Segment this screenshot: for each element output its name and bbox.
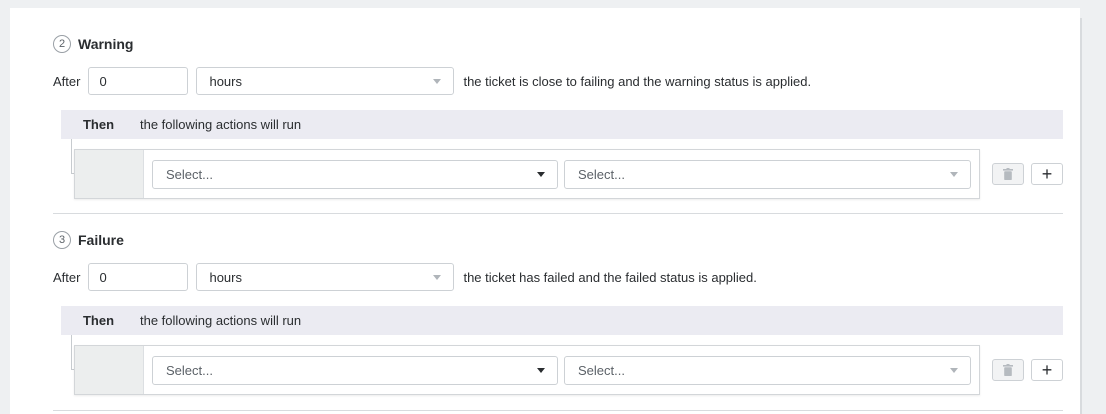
chevron-down-icon [537,172,545,177]
then-label: Then [82,117,115,132]
warning-unit-select[interactable]: hours [196,67,455,95]
warning-description: the ticket is close to failing and the w… [463,73,812,89]
then-description: the following actions will run [140,117,302,132]
step-warning-header: 2 Warning [53,32,133,56]
select-placeholder: Select... [578,167,625,182]
step-failure-header: 3 Failure [53,228,124,252]
step-title: Warning [78,36,134,52]
failure-action-select[interactable]: Select... [152,356,558,385]
failure-delete-action-button[interactable] [992,359,1024,381]
select-placeholder: Select... [166,167,213,182]
warning-action-select[interactable]: Select... [152,160,558,189]
section-divider [53,410,1063,411]
chevron-down-icon [950,172,958,177]
warning-add-action-button[interactable]: + [1031,163,1063,185]
drag-handle[interactable] [75,150,144,198]
warning-after-row: After hours the ticket is close to faili… [53,66,811,96]
sla-policy-panel: 2 Warning After hours the ticket is clos… [10,8,1080,414]
warning-time-input[interactable] [88,67,189,95]
unit-select-value: hours [209,269,242,285]
select-placeholder: Select... [578,363,625,378]
plus-icon: + [1041,360,1053,380]
failure-unit-select[interactable]: hours [196,263,455,291]
after-label: After [53,73,81,89]
scrollbar-track[interactable] [1080,18,1082,414]
chevron-down-icon [537,368,545,373]
chevron-down-icon [950,368,958,373]
section-divider [53,213,1063,214]
failure-description: the ticket has failed and the failed sta… [463,269,757,285]
after-label: After [53,269,81,285]
then-label: Then [82,313,115,328]
warning-then-bar: Then the following actions will run [61,110,1063,139]
chevron-down-icon [433,275,442,280]
failure-add-action-button[interactable]: + [1031,359,1063,381]
warning-value-select[interactable]: Select... [564,160,971,189]
warning-action-row: Select... Select... [74,149,980,199]
failure-then-bar: Then the following actions will run [61,306,1063,335]
step-title: Failure [78,232,124,248]
trash-icon [1003,364,1013,376]
step-number-badge: 2 [53,35,71,53]
failure-time-input[interactable] [88,263,189,291]
failure-action-row: Select... Select... [74,345,980,395]
drag-handle[interactable] [75,346,144,394]
warning-delete-action-button[interactable] [992,163,1024,185]
trash-icon [1003,168,1013,180]
chevron-down-icon [433,79,442,84]
unit-select-value: hours [209,73,242,89]
step-number-badge: 3 [53,231,71,249]
then-description: the following actions will run [140,313,302,328]
select-placeholder: Select... [166,363,213,378]
failure-after-row: After hours the ticket has failed and th… [53,262,757,292]
plus-icon: + [1041,164,1053,184]
failure-value-select[interactable]: Select... [564,356,971,385]
